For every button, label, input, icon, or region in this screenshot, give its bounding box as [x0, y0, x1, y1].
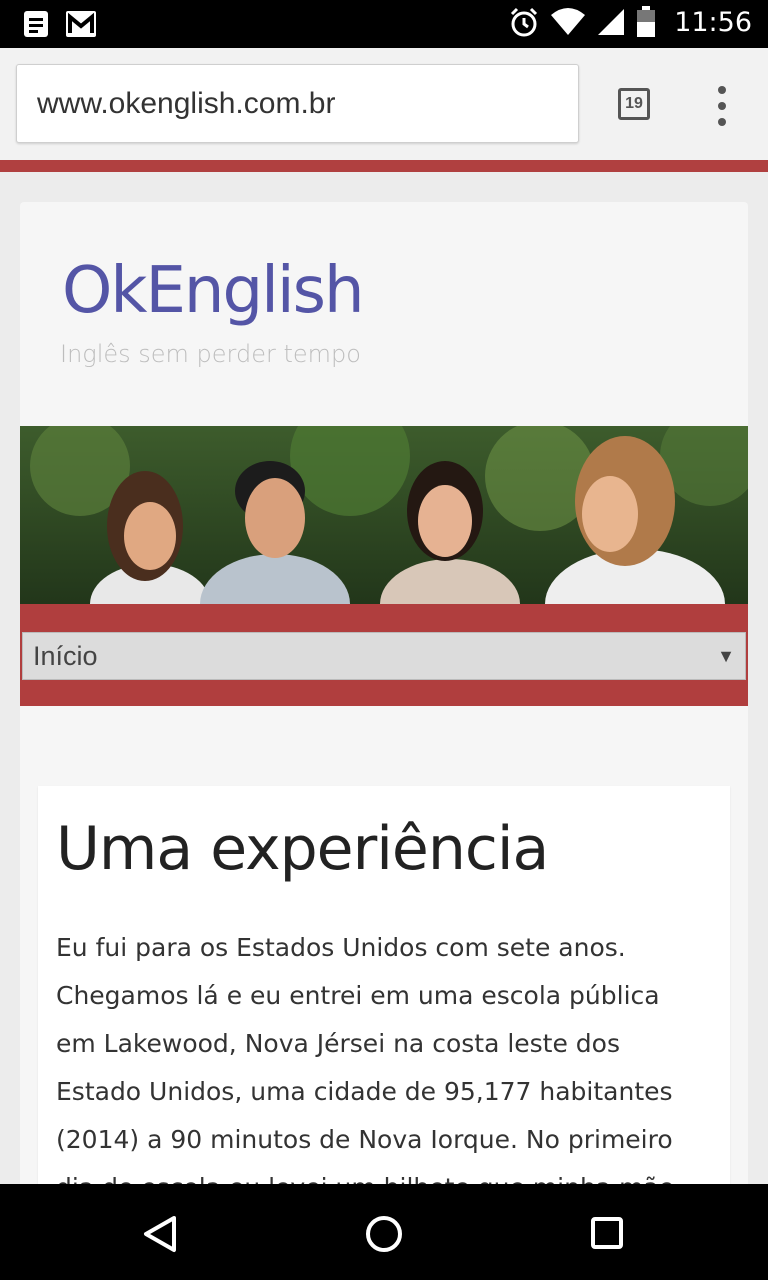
site-logo[interactable]: OkEnglish [62, 254, 365, 328]
status-bar: 11:56 [0, 0, 768, 48]
alarm-icon [511, 7, 538, 37]
article-body: Eu fui para os Estados Unidos com sete a… [56, 933, 674, 1184]
hero-image [20, 426, 748, 604]
back-icon[interactable] [142, 1214, 178, 1254]
overflow-menu-icon[interactable] [712, 86, 732, 126]
site-nav-bar: Início ▼ [20, 604, 748, 706]
signal-icon [598, 9, 625, 35]
wifi-icon [551, 8, 586, 35]
recents-icon[interactable] [590, 1216, 624, 1250]
nav-select[interactable]: Início ▼ [22, 632, 746, 680]
url-bar[interactable]: www.okenglish.com.br [16, 64, 579, 143]
tab-switcher-button[interactable]: 19 [618, 88, 650, 120]
site-tagline: Inglês sem perder tempo [60, 340, 361, 368]
home-icon[interactable] [364, 1214, 404, 1254]
system-nav-bar [0, 1184, 768, 1280]
article-title: Uma experiência [56, 814, 549, 884]
nav-select-value: Início [33, 640, 98, 671]
notes-icon [24, 11, 48, 37]
article-card: Uma experiência Eu fui para os Estados U… [38, 786, 730, 1184]
dropdown-arrow-icon: ▼ [717, 645, 735, 666]
web-page: OkEnglish Inglês sem perder tempo Início… [0, 160, 768, 1184]
header-accent-line [0, 160, 768, 172]
browser-toolbar: www.okenglish.com.br 19 [0, 48, 768, 160]
clock: 11:56 [674, 6, 752, 38]
battery-icon [637, 6, 656, 37]
site-container: OkEnglish Inglês sem perder tempo Início… [20, 202, 748, 1184]
gmail-icon [66, 11, 96, 37]
